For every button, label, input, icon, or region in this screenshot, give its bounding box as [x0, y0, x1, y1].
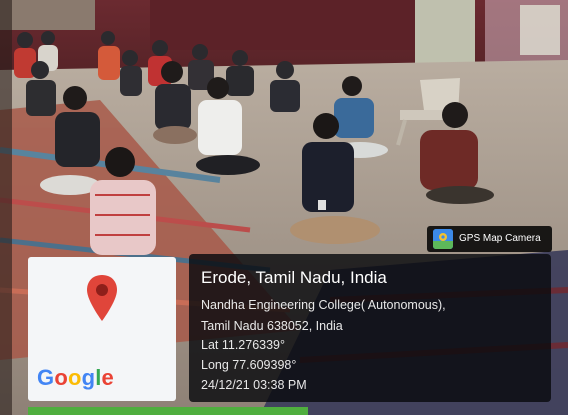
google-letter-o2: o — [67, 365, 82, 390]
google-logo: Google — [37, 365, 114, 391]
timestamp: 24/12/21 03:38 PM — [201, 378, 307, 392]
latitude: Lat 11.276339° — [201, 338, 286, 352]
google-letter-g2: g — [81, 365, 96, 390]
longitude: Long 77.609398° — [201, 358, 297, 372]
location-info-panel: Erode, Tamil Nadu, India Nandha Engineer… — [189, 254, 551, 402]
google-letter-e: e — [101, 365, 114, 390]
map-thumbnail: Google — [28, 257, 176, 401]
bottom-accent-stripe — [28, 407, 308, 415]
photo-frame: GPS Map Camera Google Erode, Tamil Nadu,… — [0, 0, 568, 415]
map-pin-icon — [87, 275, 117, 321]
address-line-1: Nandha Engineering College( Autonomous), — [201, 298, 446, 312]
city-title: Erode, Tamil Nadu, India — [201, 268, 387, 287]
gps-map-camera-icon — [433, 229, 453, 249]
google-letter-g: G — [37, 365, 55, 390]
badge-label: GPS Map Camera — [459, 233, 541, 244]
address-line-2: Tamil Nadu 638052, India — [201, 319, 343, 333]
google-letter-o1: o — [54, 365, 68, 390]
gps-map-camera-badge: GPS Map Camera — [427, 226, 552, 252]
